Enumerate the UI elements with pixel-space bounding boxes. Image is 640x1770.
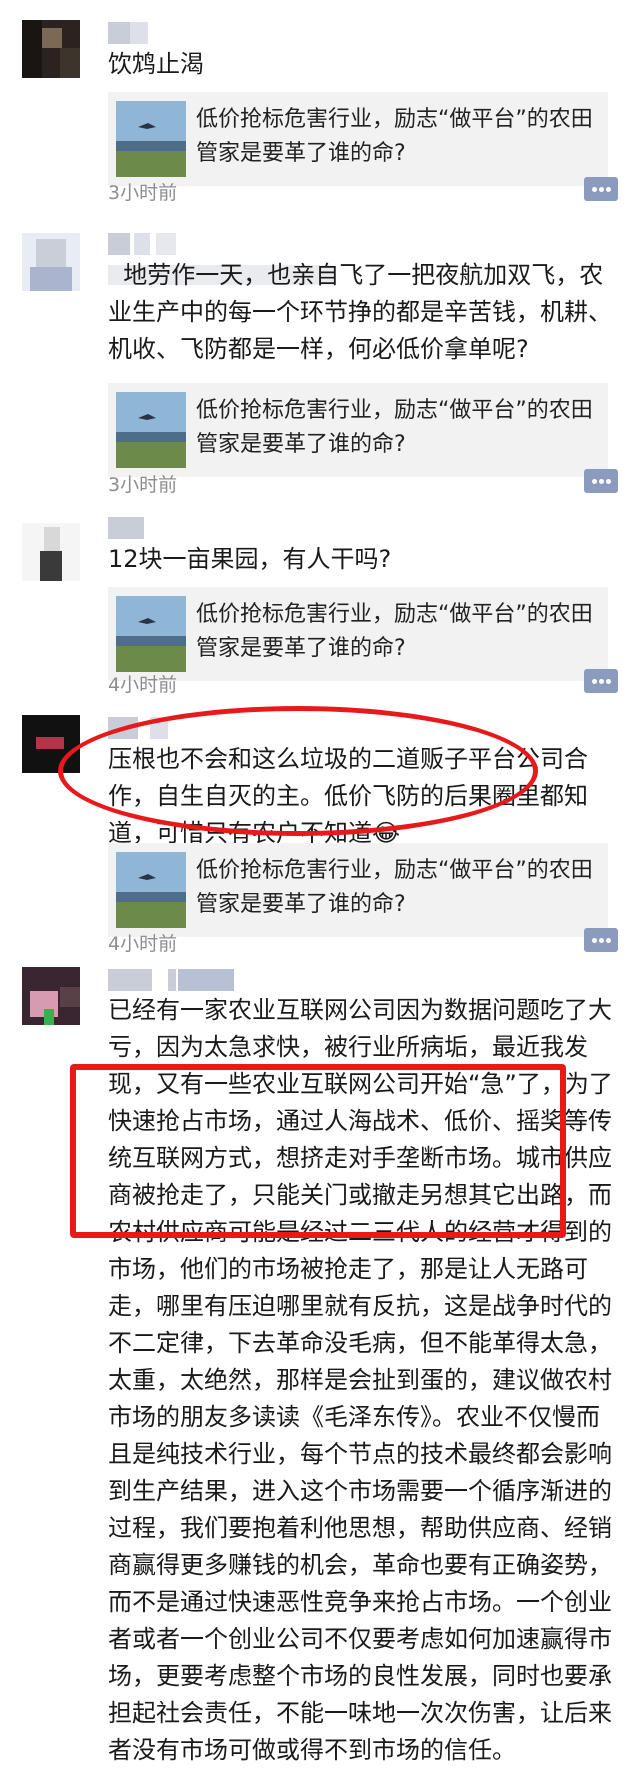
post-text: 12块一亩果园，有人干吗? <box>108 545 392 573</box>
landscape-thumbnail-icon <box>116 392 186 468</box>
comment-bubble-icon[interactable] <box>584 177 618 201</box>
landscape-thumbnail-icon <box>116 596 186 672</box>
moment-post-3: 12块一亩果园，有人干吗? 低价抢标危害行业，励志“做平台”的农田管家是要革了谁… <box>0 515 640 715</box>
comment-bubble-icon[interactable] <box>584 928 618 952</box>
moment-post-2: 地劳作一天，也亲自飞了一把夜航加双飞，农业生产中的每一个环节挣的都是辛苦钱，机耕… <box>0 225 640 515</box>
avatar[interactable] <box>22 967 80 1025</box>
shared-article-card[interactable]: 低价抢标危害行业，励志“做平台”的农田管家是要革了谁的命? <box>108 843 608 937</box>
article-title: 低价抢标危害行业，励志“做平台”的农田管家是要革了谁的命? <box>196 858 593 917</box>
highlight-rectangle <box>70 1064 566 1238</box>
comment-bubble-icon[interactable] <box>584 469 618 493</box>
moment-post-1: 饮鸩止渴 低价抢标危害行业，励志“做平台”的农田管家是要革了谁的命? 3小时前 <box>0 0 640 225</box>
landscape-thumbnail-icon <box>116 852 186 928</box>
landscape-thumbnail-icon <box>116 101 186 177</box>
shared-article-card[interactable]: 低价抢标危害行业，励志“做平台”的农田管家是要革了谁的命? <box>108 92 608 186</box>
article-title: 低价抢标危害行业，励志“做平台”的农田管家是要革了谁的命? <box>196 398 593 457</box>
avatar[interactable] <box>22 20 80 78</box>
shared-article-card[interactable]: 低价抢标危害行业，励志“做平台”的农田管家是要革了谁的命? <box>108 383 608 477</box>
post-text: 饮鸩止渴 <box>108 50 204 78</box>
post-time: 3小时前 <box>108 182 178 204</box>
comment-bubble-icon[interactable] <box>584 669 618 693</box>
avatar[interactable] <box>22 523 80 581</box>
post-time: 4小时前 <box>108 933 178 955</box>
highlight-oval <box>58 706 538 836</box>
shared-article-card[interactable]: 低价抢标危害行业，励志“做平台”的农田管家是要革了谁的命? <box>108 587 608 681</box>
article-title: 低价抢标危害行业，励志“做平台”的农田管家是要革了谁的命? <box>196 602 593 661</box>
avatar[interactable] <box>22 233 80 291</box>
post-time: 3小时前 <box>108 474 178 496</box>
article-title: 低价抢标危害行业，励志“做平台”的农田管家是要革了谁的命? <box>196 107 593 166</box>
post-text: 地劳作一天，也亲自飞了一把夜航加双飞，农业生产中的每一个环节挣的都是辛苦钱，机耕… <box>108 261 612 363</box>
post-time: 4小时前 <box>108 674 178 696</box>
